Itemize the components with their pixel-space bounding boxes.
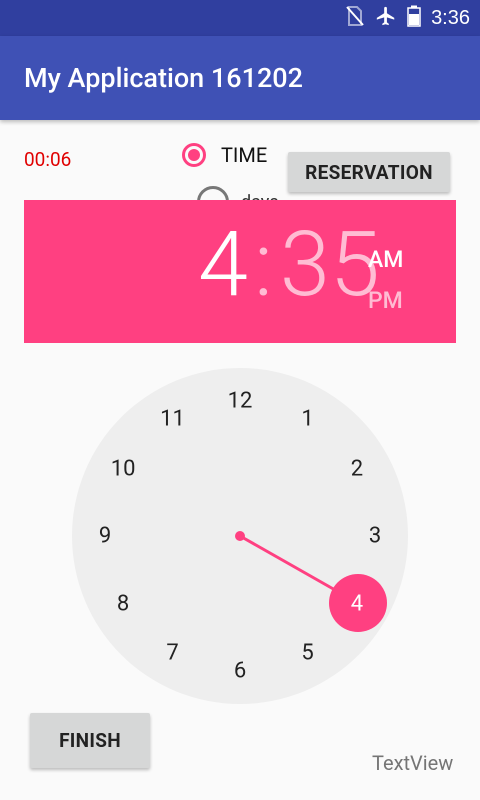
app-title: My Application 161202: [24, 62, 303, 94]
am-toggle[interactable]: AM: [368, 246, 403, 273]
textview: TextView: [372, 751, 454, 775]
clock-number-8[interactable]: 8: [117, 591, 129, 616]
clock-number-4[interactable]: 4: [351, 591, 363, 616]
status-bar: 3:36: [0, 0, 480, 36]
clock-number-12[interactable]: 12: [228, 389, 253, 414]
time-picker-header: 4 : 35 AM PM: [24, 200, 456, 343]
time-separator: :: [254, 212, 273, 317]
clock-number-9[interactable]: 9: [99, 524, 111, 549]
clock-face[interactable]: 12 1 2 3 4 5 6 7 8 9 10 11: [72, 368, 408, 704]
hour-display[interactable]: 4: [198, 220, 248, 310]
clock-number-1[interactable]: 1: [301, 407, 313, 432]
pm-toggle[interactable]: PM: [368, 287, 403, 314]
clock-number-3[interactable]: 3: [369, 524, 381, 549]
clock-number-10[interactable]: 10: [111, 456, 136, 481]
app-bar: My Application 161202: [0, 36, 480, 120]
reservation-button[interactable]: RESERVATION: [288, 152, 450, 192]
timer-text: 00:06: [24, 148, 72, 171]
status-time: 3:36: [431, 6, 470, 29]
clock-number-11[interactable]: 11: [160, 407, 185, 432]
radio-time[interactable]: TIME: [182, 143, 267, 167]
clock-number-6[interactable]: 6: [234, 659, 246, 684]
clock-number-5[interactable]: 5: [301, 640, 313, 665]
minute-display[interactable]: 35: [280, 220, 380, 310]
radio-time-label: TIME: [221, 143, 268, 167]
clock-number-7[interactable]: 7: [166, 640, 178, 665]
finish-button[interactable]: FINISH: [30, 713, 150, 768]
no-sim-icon: [345, 5, 365, 31]
clock-hand-layer: [235, 531, 387, 632]
radio-checked-icon: [182, 143, 206, 167]
clock-number-2[interactable]: 2: [351, 456, 363, 481]
battery-icon: [407, 5, 421, 31]
airplane-icon: [375, 5, 397, 31]
